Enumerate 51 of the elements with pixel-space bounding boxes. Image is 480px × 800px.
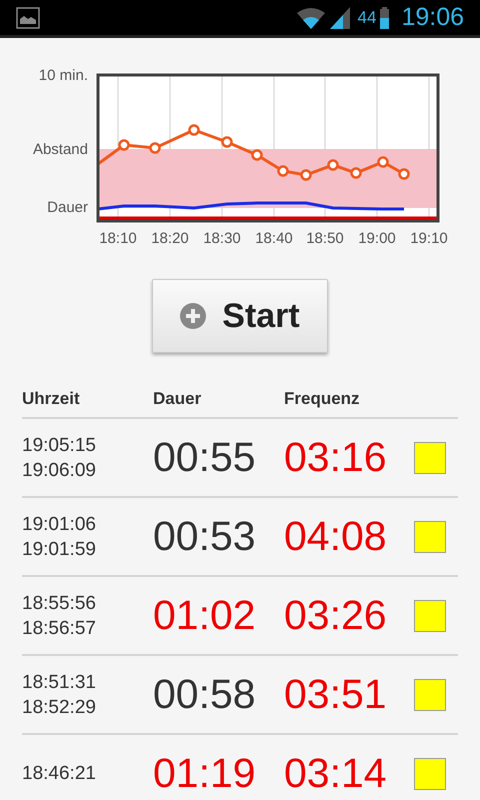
duration-value: 00:55 — [153, 434, 256, 480]
axis-label: 18:40 — [255, 230, 293, 247]
frequency-value: 03:26 — [284, 592, 387, 638]
time-text: 19:06:09 — [22, 458, 97, 482]
clock: 19:06 — [401, 2, 464, 33]
frequency-value: 03:14 — [284, 750, 387, 796]
data-point — [118, 139, 130, 151]
axis-label: 18:50 — [306, 230, 344, 247]
data-point — [188, 124, 200, 136]
axis-label: 18:30 — [203, 230, 241, 247]
time-text: 18:55:56 — [22, 592, 97, 616]
data-point — [327, 159, 339, 171]
frequency-value: 04:08 — [284, 512, 387, 558]
battery-level: 44 — [358, 6, 376, 29]
column-header: Frequenz — [284, 388, 361, 410]
axis-label: 18:20 — [151, 230, 189, 247]
time-text: 19:01:06 — [22, 512, 97, 536]
duration-value: 01:19 — [153, 750, 256, 796]
time-text: 18:52:29 — [22, 696, 97, 720]
axis-label: Abstand — [32, 141, 88, 158]
data-point — [251, 149, 263, 161]
data-point — [221, 136, 233, 148]
duration-value: 00:58 — [153, 670, 256, 716]
axis-label: 19:00 — [358, 230, 396, 247]
image-icon — [16, 6, 40, 28]
frequency-value: 03:16 — [284, 434, 387, 480]
time-text: 18:51:31 — [22, 670, 97, 694]
column-header: Dauer — [153, 388, 202, 410]
data-point — [398, 168, 410, 180]
duration-value: 01:02 — [153, 592, 256, 638]
data-point — [149, 142, 161, 154]
axis-label: 10 min. — [38, 67, 88, 84]
data-point — [350, 167, 362, 179]
battery-icon — [380, 6, 390, 28]
start-button[interactable]: Start — [152, 279, 328, 353]
time-text: 19:01:59 — [22, 538, 97, 562]
column-header: Uhrzeit — [22, 388, 81, 410]
data-point — [377, 156, 389, 168]
wifi-icon — [296, 6, 326, 28]
duration-value: 00:53 — [153, 512, 256, 558]
time-text: 18:56:57 — [22, 616, 97, 640]
data-point — [277, 165, 289, 177]
frequency-value: 03:51 — [284, 670, 387, 716]
axis-label: Dauer — [47, 199, 88, 216]
data-point — [300, 169, 312, 181]
time-text: 18:46:21 — [22, 762, 97, 786]
axis-label: 19:10 — [410, 230, 448, 247]
time-text: 19:05:15 — [22, 434, 97, 458]
axis-label: 18:10 — [99, 230, 137, 247]
signal-icon — [330, 6, 350, 28]
plus-icon — [180, 303, 206, 329]
